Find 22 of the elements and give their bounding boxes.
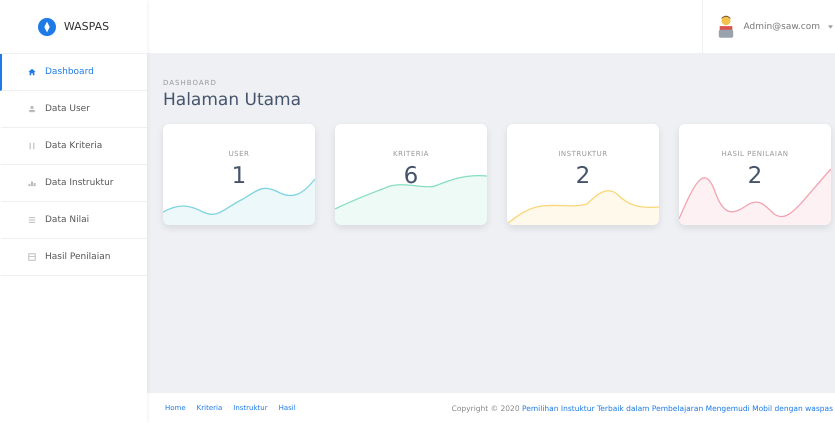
brand-name: WASPAS: [64, 20, 110, 33]
table-icon: [28, 253, 36, 261]
card-value: 2: [576, 163, 590, 189]
logo-icon: [38, 18, 56, 36]
page-title: Halaman Utama: [163, 90, 302, 110]
sidebar-item[interactable]: Data User: [0, 91, 147, 128]
user-avatar-icon: [717, 14, 736, 38]
user-name[interactable]: Admin@saw.com: [743, 22, 820, 32]
home-icon: [28, 68, 36, 76]
user-icon: [28, 105, 36, 113]
sidebar-item[interactable]: Hasil Penilaian: [0, 239, 147, 276]
card-value: 2: [748, 163, 762, 189]
card-value: 6: [404, 163, 418, 189]
caret-icon: [828, 24, 833, 28]
sidebar-item[interactable]: Data Instruktur: [0, 165, 147, 202]
sidebar-item[interactable]: Dashboard: [0, 54, 147, 91]
sidebar-item[interactable]: Data Nilai: [0, 202, 147, 239]
chart-icon: [28, 179, 36, 187]
sort-icon: [28, 142, 36, 150]
list-icon: [28, 216, 36, 224]
card-value: 1: [232, 163, 246, 189]
sidebar-item[interactable]: Data Kriteria: [0, 128, 147, 165]
